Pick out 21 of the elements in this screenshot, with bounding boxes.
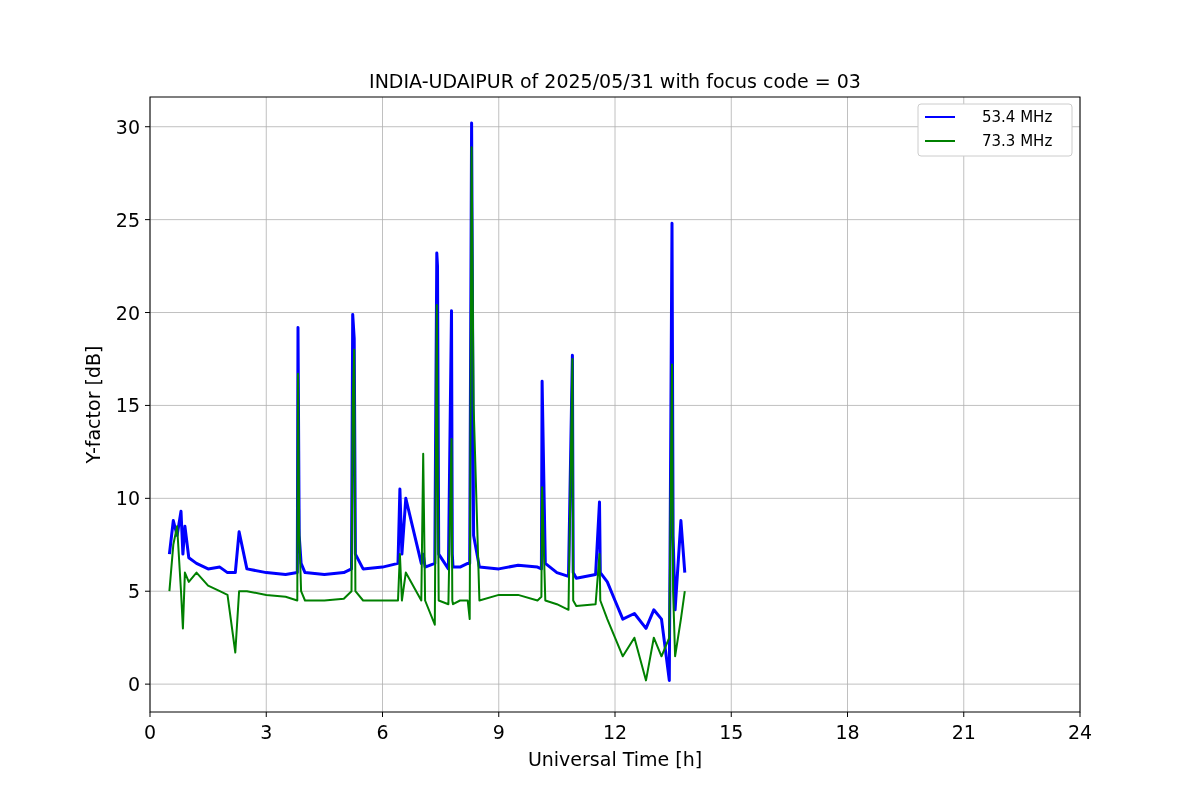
tick-label: 12 — [602, 721, 628, 743]
tick-label: 18 — [835, 721, 860, 743]
tick-label: 25 — [115, 208, 140, 231]
tick-label: 3 — [260, 721, 273, 743]
tick-label: 9 — [492, 721, 505, 743]
tick-label: 5 — [127, 580, 140, 603]
tick-label: 20 — [115, 301, 140, 324]
tick-label: 21 — [951, 721, 976, 743]
chart-title: INDIA-UDAIPUR of 2025/05/31 with focus code = 03 — [369, 70, 861, 92]
tick-label: 0 — [143, 721, 157, 743]
tick-label: 10 — [115, 487, 140, 510]
tick-label: 30 — [115, 115, 140, 138]
legend-label: 73.3 MHz — [982, 132, 1053, 150]
axis-title: Y-factor [dB] — [82, 345, 104, 464]
tick-label: 15 — [115, 394, 140, 417]
legend-label: 53.4 MHz — [982, 108, 1053, 126]
axis-title: Universal Time [h] — [527, 748, 703, 770]
tick-label: 6 — [376, 721, 389, 743]
tick-label: 24 — [1067, 721, 1093, 743]
tick-label: 15 — [719, 721, 744, 743]
tick-label: 0 — [127, 673, 140, 696]
